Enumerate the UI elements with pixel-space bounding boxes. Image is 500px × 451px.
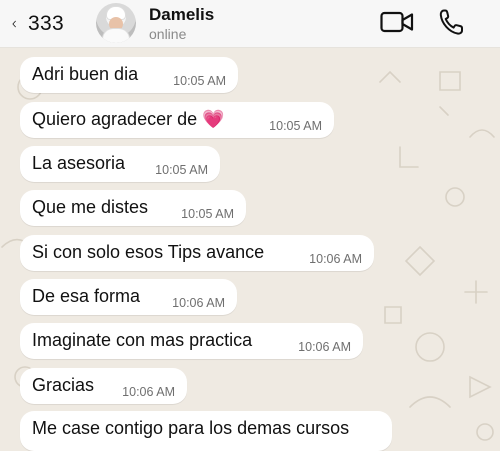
message-text: Imaginate con mas practica bbox=[32, 330, 253, 350]
back-button[interactable]: 333 bbox=[12, 10, 64, 38]
chat-header: 333 Damelis online bbox=[0, 0, 500, 48]
message-time: 10:05 AM bbox=[173, 74, 226, 88]
contact-name[interactable]: Damelis bbox=[149, 5, 214, 25]
message-bubble[interactable]: Que me distes 10:05 AM bbox=[20, 190, 246, 226]
message-list[interactable]: Adri buen dia 10:05 AM Quiero agradecer … bbox=[0, 47, 500, 451]
message-time: 10:06 AM bbox=[309, 252, 362, 266]
message-bubble[interactable]: Gracias 10:06 AM bbox=[20, 368, 187, 404]
message-text: Adri buen dia bbox=[32, 64, 139, 84]
message-time: 10:06 AM bbox=[122, 385, 175, 399]
message-bubble[interactable]: Me case contigo para los demas cursos bbox=[20, 411, 392, 451]
message-bubble[interactable]: Adri buen dia 10:05 AM bbox=[20, 57, 238, 93]
message-text: Quiero agradecer de 💗 bbox=[32, 109, 225, 129]
message-text: Me case contigo para los demas cursos bbox=[32, 418, 350, 438]
message-text: La asesoria bbox=[32, 153, 126, 173]
message-time: 10:05 AM bbox=[269, 119, 322, 133]
message-text: Si con solo esos Tips avance bbox=[32, 242, 265, 262]
message-text: Que me distes bbox=[32, 197, 149, 217]
message-bubble[interactable]: Si con solo esos Tips avance 10:06 AM bbox=[20, 235, 374, 271]
avatar[interactable] bbox=[96, 3, 136, 43]
message-bubble[interactable]: De esa forma 10:06 AM bbox=[20, 279, 237, 315]
message-bubble[interactable]: Quiero agradecer de 💗 10:05 AM bbox=[20, 102, 334, 138]
message-bubble[interactable]: La asesoria 10:05 AM bbox=[20, 146, 220, 182]
message-time: 10:06 AM bbox=[172, 296, 225, 310]
chevron-left-icon bbox=[12, 20, 16, 28]
message-time: 10:05 AM bbox=[155, 163, 208, 177]
message-text: Gracias bbox=[32, 375, 95, 395]
unread-count: 333 bbox=[28, 12, 64, 35]
message-text: De esa forma bbox=[32, 286, 141, 306]
message-bubble[interactable]: Imaginate con mas practica 10:06 AM bbox=[20, 323, 363, 359]
phone-icon[interactable] bbox=[438, 8, 464, 36]
video-camera-icon[interactable] bbox=[380, 10, 414, 34]
message-time: 10:06 AM bbox=[298, 340, 351, 354]
contact-status: online bbox=[149, 26, 187, 42]
message-time: 10:05 AM bbox=[181, 207, 234, 221]
